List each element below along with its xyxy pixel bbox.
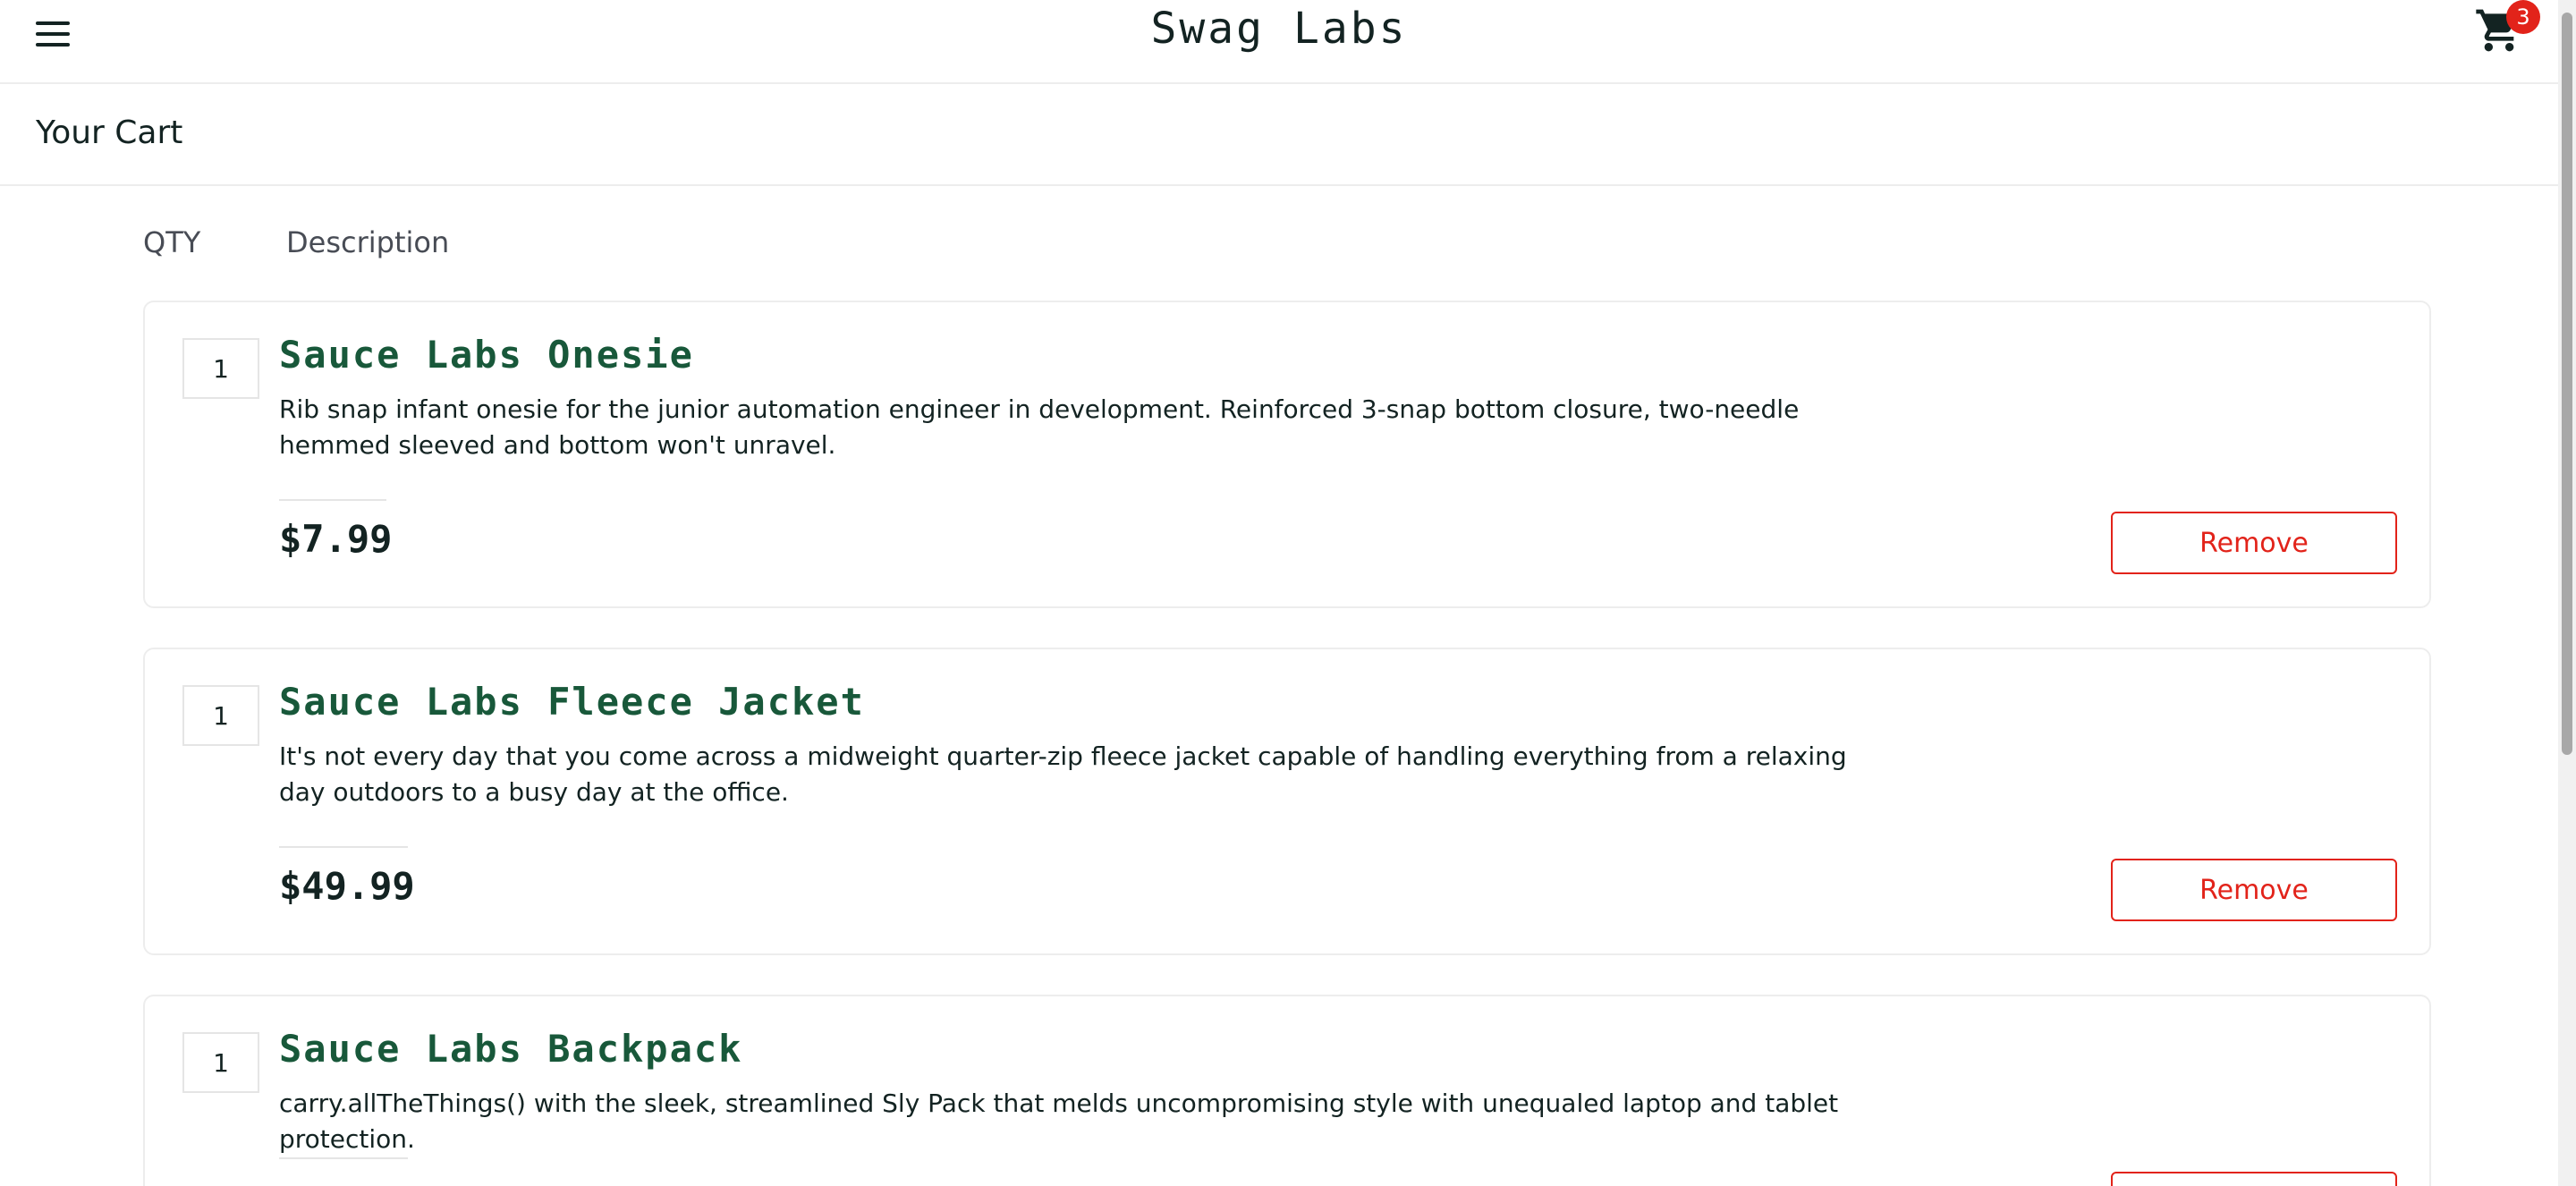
cart-item: 1 Sauce Labs Onesie Rib snap infant ones… [143, 301, 2431, 608]
cart-quantity: 1 [182, 338, 259, 399]
scrollbar-thumb[interactable] [2562, 13, 2572, 755]
vertical-scrollbar[interactable] [2558, 0, 2576, 1186]
cart-quantity: 1 [182, 685, 259, 746]
price-divider [279, 846, 408, 848]
cart-quantity: 1 [182, 1032, 259, 1093]
item-description: carry.allTheThings() with the sleek, str… [279, 1089, 1839, 1154]
item-price: $49.99 [279, 864, 415, 908]
cart-item: 1 Sauce Labs Backpack carry.allTheThings… [143, 995, 2431, 1186]
item-description: It's not every day that you come across … [279, 741, 1847, 807]
remove-button[interactable]: Remove [2111, 512, 2397, 574]
primary-header: Swag Labs 3 [0, 0, 2558, 84]
price-divider [279, 499, 386, 501]
cart-badge: 3 [2506, 0, 2540, 34]
item-name-link[interactable]: Sauce Labs Onesie [279, 333, 694, 377]
cart-item: 1 Sauce Labs Fleece Jacket It's not ever… [143, 648, 2431, 955]
item-name-link[interactable]: Sauce Labs Backpack [279, 1027, 742, 1071]
price-divider [279, 1157, 408, 1159]
secondary-header: Your Cart [0, 84, 2558, 186]
remove-button[interactable] [2111, 1172, 2397, 1186]
item-name-link[interactable]: Sauce Labs Fleece Jacket [279, 680, 865, 724]
remove-button[interactable]: Remove [2111, 859, 2397, 921]
page: Swag Labs 3 Your Cart QTY Description 1 … [0, 0, 2576, 1186]
item-price: $7.99 [279, 517, 393, 561]
app-logo: Swag Labs [1150, 4, 1408, 54]
page-title: Your Cart [36, 114, 183, 151]
qty-column-label: QTY [143, 225, 201, 259]
item-description: Rib snap infant onesie for the junior au… [279, 394, 1800, 460]
description-column-label: Description [286, 225, 450, 259]
